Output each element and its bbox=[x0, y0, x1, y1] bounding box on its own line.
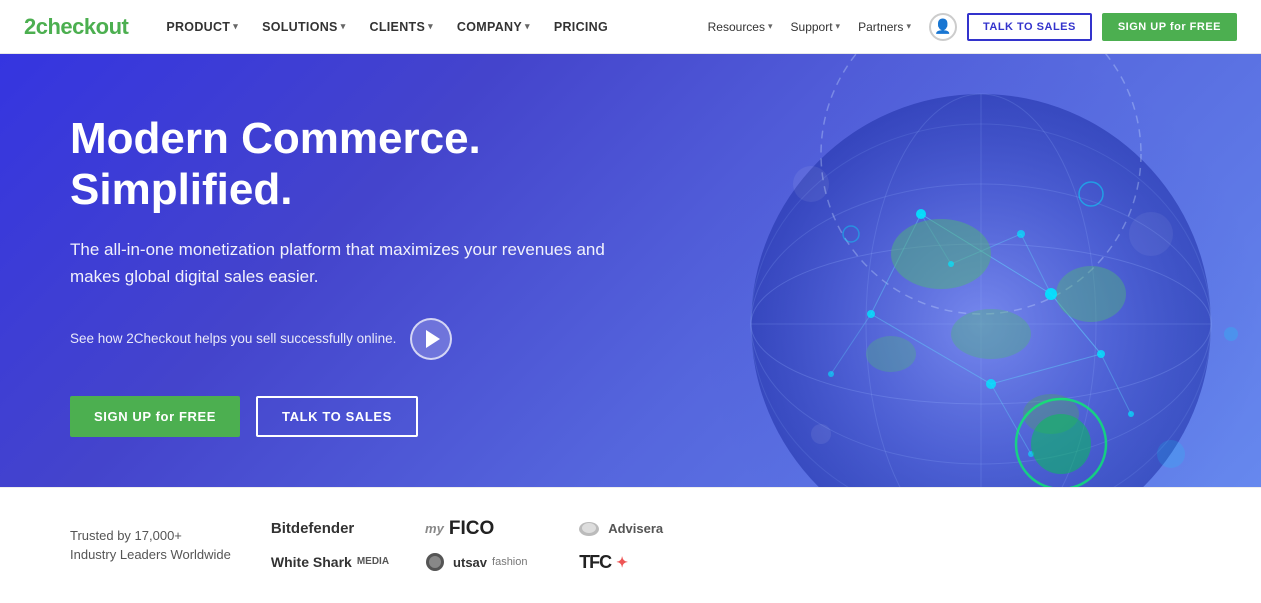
nav-links: PRODUCT ▾ SOLUTIONS ▾ CLIENTS ▾ COMPANY … bbox=[156, 14, 699, 40]
nav-right-links: Resources ▾ Support ▾ Partners ▾ bbox=[700, 16, 919, 38]
talk-sales-nav-button[interactable]: TALK TO SALES bbox=[967, 13, 1092, 41]
hero-section: Modern Commerce. Simplified. The all-in-… bbox=[0, 54, 1261, 487]
chevron-down-icon: ▾ bbox=[836, 21, 841, 32]
logo[interactable]: 2checkout bbox=[24, 14, 128, 40]
client-logo-myfico: myFICO bbox=[425, 518, 543, 540]
nav-solutions[interactable]: SOLUTIONS ▾ bbox=[252, 14, 355, 40]
clients-label: Trusted by 17,000+ Industry Leaders Worl… bbox=[70, 526, 231, 565]
nav-company[interactable]: COMPANY ▾ bbox=[447, 14, 540, 40]
nav-product[interactable]: PRODUCT ▾ bbox=[156, 14, 248, 40]
signup-hero-button[interactable]: SIGN UP for FREE bbox=[70, 396, 240, 437]
hero-subtitle: The all-in-one monetization platform tha… bbox=[70, 237, 650, 290]
client-logo-tfc: TFC✦ bbox=[579, 552, 697, 573]
nav-resources[interactable]: Resources ▾ bbox=[700, 16, 781, 38]
chevron-down-icon: ▾ bbox=[341, 21, 346, 32]
signup-nav-button[interactable]: SIGN UP for FREE bbox=[1102, 13, 1237, 41]
hero-video-row: See how 2Checkout helps you sell success… bbox=[70, 318, 680, 360]
hero-video-text: See how 2Checkout helps you sell success… bbox=[70, 331, 396, 346]
chevron-down-icon: ▾ bbox=[525, 21, 530, 32]
chevron-down-icon: ▾ bbox=[233, 21, 238, 32]
talk-sales-hero-button[interactable]: TALK TO SALES bbox=[256, 396, 418, 437]
client-logo-utsav: utsav fashion bbox=[425, 552, 543, 572]
chevron-down-icon: ▾ bbox=[906, 21, 911, 32]
logo-accent: out bbox=[96, 14, 129, 39]
user-icon[interactable]: 👤 bbox=[929, 13, 957, 41]
hero-buttons: SIGN UP for FREE TALK TO SALES bbox=[70, 396, 680, 437]
client-logo-advisera: Advisera bbox=[579, 521, 697, 537]
nav-support[interactable]: Support ▾ bbox=[783, 16, 849, 38]
chevron-down-icon: ▾ bbox=[428, 21, 433, 32]
hero-content: Modern Commerce. Simplified. The all-in-… bbox=[0, 54, 720, 487]
logo-text: 2check bbox=[24, 14, 96, 39]
nav-partners[interactable]: Partners ▾ bbox=[850, 16, 919, 38]
globe-visual bbox=[671, 54, 1261, 487]
chevron-down-icon: ▾ bbox=[768, 21, 773, 32]
nav-pricing[interactable]: PRICING bbox=[544, 14, 618, 40]
play-button[interactable] bbox=[410, 318, 452, 360]
clients-strip: Trusted by 17,000+ Industry Leaders Worl… bbox=[0, 487, 1261, 603]
client-logo-bitdefender: Bitdefender bbox=[271, 520, 389, 537]
navbar: 2checkout PRODUCT ▾ SOLUTIONS ▾ CLIENTS … bbox=[0, 0, 1261, 54]
client-logo-whiteshark: White Shark MEDIA bbox=[271, 554, 389, 570]
nav-clients[interactable]: CLIENTS ▾ bbox=[360, 14, 443, 40]
nav-right: Resources ▾ Support ▾ Partners ▾ 👤 TALK … bbox=[700, 13, 1237, 41]
hero-title: Modern Commerce. Simplified. bbox=[70, 114, 680, 215]
